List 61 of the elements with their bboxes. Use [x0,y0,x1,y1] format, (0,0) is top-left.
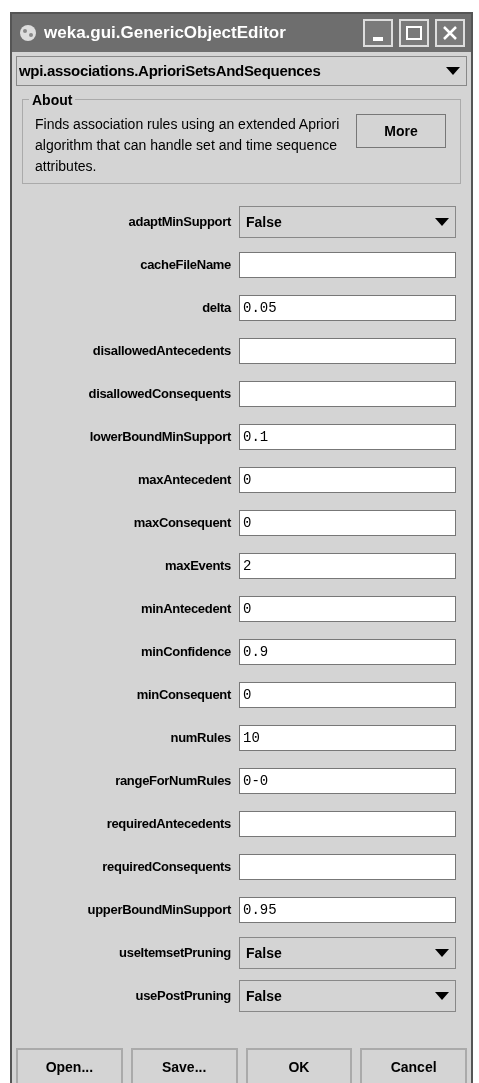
caret-icon [446,67,460,75]
property-label: delta [201,299,233,318]
property-field[interactable]: 0 [239,596,456,622]
property-label: lowerBoundMinSupport [88,428,232,447]
property-label: minConsequent [135,686,232,705]
property-field[interactable]: 10 [239,725,456,751]
dropdown-value: False [246,986,283,1006]
maximize-icon [406,26,422,40]
property-label: rangeForNumRules [114,772,232,791]
property-dropdown[interactable]: False [239,937,456,969]
dropdown-value: False [246,943,283,963]
caret-icon [435,949,449,957]
property-field[interactable]: 0.9 [239,639,456,665]
property-label: usePostPruning [134,987,232,1006]
property-label: cacheFileName [139,256,232,275]
property-dropdown[interactable]: False [239,206,456,238]
caret-icon [435,218,449,226]
caret-icon [435,992,449,1000]
property-label: numRules [169,729,232,748]
property-label: minAntecedent [140,600,232,619]
property-field[interactable]: 0 [239,510,456,536]
dialog-button[interactable]: Save... [130,1048,238,1083]
dropdown-value: wpi.associations.AprioriSetsAndSequences [19,60,322,81]
property-label: requiredConsequents [101,858,232,877]
minimize-button[interactable] [363,19,393,47]
property-field[interactable]: 0-0 [239,768,456,794]
property-field[interactable] [239,338,456,364]
minimize-icon [373,37,383,41]
window-title: weka.gui.GenericObjectEditor [44,22,287,45]
property-label: maxEvents [164,557,232,576]
property-dropdown[interactable]: False [239,980,456,1012]
property-field[interactable]: 2 [239,553,456,579]
property-label: adaptMinSupport [127,213,232,232]
property-label: disallowedConsequents [87,385,232,404]
property-field[interactable]: 0.95 [239,897,456,923]
property-label: minConfidence [140,643,232,662]
class-dropdown[interactable]: wpi.associations.AprioriSetsAndSequences [16,56,467,86]
property-field[interactable] [239,381,456,407]
property-label: maxAntecedent [137,471,232,490]
property-label: maxConsequent [132,514,232,533]
app-icon [18,23,38,43]
property-label: requiredAntecedents [105,815,232,834]
property-label: upperBoundMinSupport [86,901,232,920]
close-button[interactable] [435,19,465,47]
dropdown-value: False [246,212,283,232]
property-label: useItemsetPruning [118,944,232,963]
dialog-button[interactable]: Cancel [360,1048,467,1083]
property-field[interactable]: 0.1 [239,424,456,450]
dialog-button[interactable]: OK [245,1048,353,1083]
maximize-button[interactable] [399,19,429,47]
property-field[interactable] [239,811,456,837]
property-field[interactable]: 0 [239,682,456,708]
property-field[interactable]: 0.05 [239,295,456,321]
close-icon [442,25,458,41]
more-button[interactable]: More [356,114,446,148]
property-label: disallowedAntecedents [91,342,232,361]
property-field[interactable] [239,854,456,880]
dialog-button[interactable]: Open... [16,1048,123,1083]
property-field[interactable]: 0 [239,467,456,493]
property-field[interactable] [239,252,456,278]
about-description: Finds association rules using an extended Apriori algorithm that can handle set and time sequence attributes. [35,115,341,176]
